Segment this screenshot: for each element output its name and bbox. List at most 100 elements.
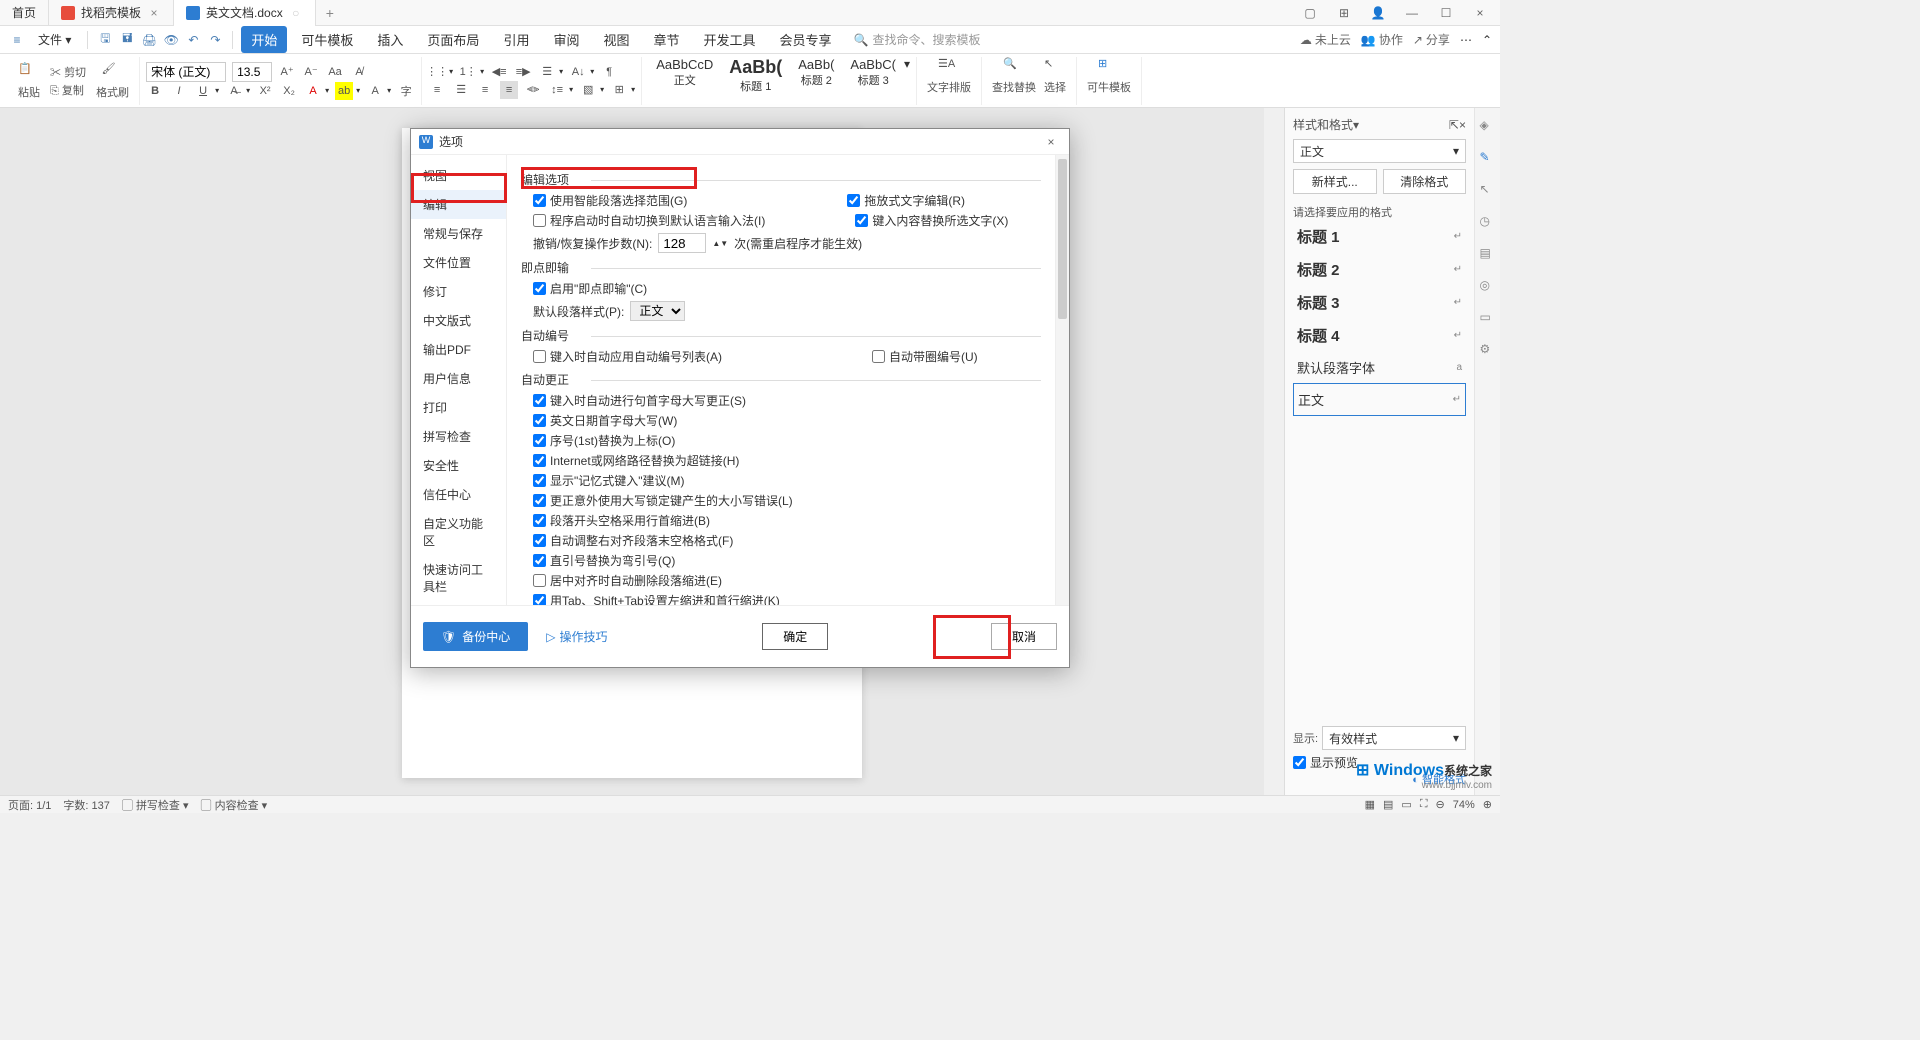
- zoom-level[interactable]: 74%: [1453, 799, 1475, 811]
- tab-view[interactable]: 视图: [593, 26, 639, 53]
- font-color-icon[interactable]: A: [304, 82, 322, 100]
- bullets-icon[interactable]: ⋮⋮: [428, 63, 446, 81]
- align-left-icon[interactable]: ≡: [428, 81, 446, 99]
- share-button[interactable]: ↗分享: [1413, 31, 1450, 48]
- preview-icon[interactable]: 👁: [162, 31, 180, 49]
- styles-more-icon[interactable]: ▾: [904, 57, 910, 105]
- side-quick-access[interactable]: 快速访问工具栏: [411, 555, 506, 601]
- layout-icon[interactable]: ▢: [1298, 6, 1322, 20]
- page-indicator[interactable]: 页面: 1/1: [8, 797, 51, 813]
- grid-icon[interactable]: ⊞: [1332, 6, 1356, 20]
- current-style-select[interactable]: 正文▾: [1293, 139, 1466, 163]
- grow-font-icon[interactable]: A⁺: [278, 63, 296, 81]
- side-pdf[interactable]: 输出PDF: [411, 335, 506, 364]
- font-size-select[interactable]: [232, 62, 272, 82]
- side-edit[interactable]: 编辑: [411, 190, 506, 219]
- copy-button[interactable]: ⎘ 复制: [50, 82, 86, 98]
- backup-button[interactable]: 🛡备份中心: [423, 622, 528, 651]
- zoom-in-icon[interactable]: ⊕: [1483, 798, 1492, 811]
- format-painter-button[interactable]: 🖌 格式刷: [92, 62, 133, 100]
- minimize-icon[interactable]: —: [1400, 6, 1424, 20]
- font-name-select[interactable]: [146, 62, 226, 82]
- arrow-icon[interactable]: ↖: [1480, 182, 1496, 198]
- zoom-out-icon[interactable]: ⊖: [1436, 798, 1445, 811]
- cb-internet[interactable]: Internet或网络路径替换为超链接(H): [533, 452, 739, 469]
- cut-button[interactable]: ✂ 剪切: [50, 64, 86, 80]
- clear-format-button[interactable]: 清除格式: [1383, 169, 1467, 194]
- tab-add[interactable]: +: [316, 5, 344, 21]
- spell-check[interactable]: ▢ 拼写检查 ▾: [122, 797, 189, 813]
- tab-document[interactable]: 英文文档.docx ○: [174, 0, 316, 26]
- print-icon[interactable]: 🖨: [140, 31, 158, 49]
- highlight-icon[interactable]: ab: [335, 82, 353, 100]
- italic-icon[interactable]: I: [170, 82, 188, 100]
- outdent-icon[interactable]: ◀≡: [490, 63, 508, 81]
- superscript-icon[interactable]: X²: [256, 82, 274, 100]
- view-print-icon[interactable]: ▦: [1365, 798, 1375, 811]
- phonetic-icon[interactable]: 字: [397, 82, 415, 100]
- tab-insert[interactable]: 插入: [367, 26, 413, 53]
- case-icon[interactable]: Aa: [326, 63, 344, 81]
- cb-cap-first[interactable]: 键入时自动进行句首字母大写更正(S): [533, 392, 746, 409]
- tab-keniu[interactable]: 可牛模板: [291, 26, 363, 53]
- file-menu[interactable]: 文件 ▾: [30, 29, 79, 50]
- view-web-icon[interactable]: ▤: [1383, 798, 1393, 811]
- diamond-icon[interactable]: ◈: [1480, 118, 1496, 134]
- word-count[interactable]: 字数: 137: [63, 797, 109, 813]
- style-item-normal[interactable]: 正文↵: [1293, 383, 1466, 416]
- indent-icon[interactable]: ≡▶: [514, 63, 532, 81]
- style-h2[interactable]: AaBb(标题 2: [790, 57, 842, 105]
- close-icon[interactable]: ×: [147, 6, 161, 20]
- tab-review[interactable]: 审阅: [543, 26, 589, 53]
- side-general[interactable]: 常规与保存: [411, 219, 506, 248]
- show-select[interactable]: 有效样式▾: [1322, 726, 1466, 750]
- find-replace-button[interactable]: 🔍查找替换: [988, 57, 1040, 105]
- style-normal[interactable]: AaBbCcD正文: [648, 57, 721, 105]
- ok-button[interactable]: 确定: [762, 623, 828, 650]
- style-item-h4[interactable]: 标题 4↵: [1293, 319, 1466, 352]
- more-icon[interactable]: ⋯: [1460, 33, 1472, 47]
- show-marks-icon[interactable]: ¶: [600, 63, 618, 81]
- undo-icon[interactable]: ↶: [184, 31, 202, 49]
- cb-enable-click[interactable]: 启用"即点即输"(C): [533, 280, 647, 297]
- text-layout-button[interactable]: ☰A文字排版: [923, 57, 975, 105]
- style-item-h1[interactable]: 标题 1↵: [1293, 220, 1466, 253]
- style-item-h3[interactable]: 标题 3↵: [1293, 286, 1466, 319]
- numbering-icon[interactable]: 1⋮: [459, 63, 477, 81]
- cb-replace-selected[interactable]: 键入内容替换所选文字(X): [855, 212, 1008, 229]
- chevron-up-icon[interactable]: ⌃: [1482, 33, 1492, 47]
- sort-icon[interactable]: A↓: [569, 63, 587, 81]
- dialog-close-icon[interactable]: ×: [1041, 135, 1061, 149]
- tips-link[interactable]: ▷操作技巧: [546, 628, 607, 645]
- user-icon[interactable]: 👤: [1366, 6, 1390, 20]
- tab-start[interactable]: 开始: [241, 26, 287, 53]
- clear-format-icon[interactable]: A̸: [350, 63, 368, 81]
- style-item-default-font[interactable]: 默认段落字体a: [1293, 352, 1466, 383]
- page-icon[interactable]: ▤: [1480, 246, 1496, 262]
- strike-icon[interactable]: A̶: [225, 82, 243, 100]
- content-check[interactable]: ▢ 内容检查 ▾: [201, 797, 268, 813]
- template-button[interactable]: ⊞可牛模板: [1083, 57, 1135, 105]
- shrink-font-icon[interactable]: A⁻: [302, 63, 320, 81]
- dialog-scrollbar[interactable]: [1055, 155, 1069, 605]
- new-style-button[interactable]: 新样式...: [1293, 169, 1377, 194]
- cb-auto-ime[interactable]: 程序启动时自动切换到默认语言输入法(I): [533, 212, 765, 229]
- char-border-icon[interactable]: A: [366, 82, 384, 100]
- close-window-icon[interactable]: ×: [1468, 6, 1492, 20]
- align-center-icon[interactable]: ☰: [452, 81, 470, 99]
- undo-steps-input[interactable]: [658, 233, 706, 253]
- tab-home[interactable]: 首页: [0, 0, 49, 26]
- side-chinese[interactable]: 中文版式: [411, 306, 506, 335]
- book-icon[interactable]: ▭: [1480, 310, 1496, 326]
- command-search[interactable]: 🔍 查找命令、搜索模板: [854, 31, 981, 48]
- cb-auto-adjust[interactable]: 自动调整右对齐段落末空格格式(F): [533, 532, 733, 549]
- subscript-icon[interactable]: X₂: [280, 82, 298, 100]
- bold-icon[interactable]: B: [146, 82, 164, 100]
- tab-dev[interactable]: 开发工具: [694, 26, 766, 53]
- borders-icon[interactable]: ⊞: [610, 81, 628, 99]
- side-view[interactable]: 视图: [411, 161, 506, 190]
- side-user[interactable]: 用户信息: [411, 364, 506, 393]
- redo-icon[interactable]: ↷: [206, 31, 224, 49]
- side-security[interactable]: 安全性: [411, 451, 506, 480]
- view-outline-icon[interactable]: ▭: [1401, 798, 1411, 811]
